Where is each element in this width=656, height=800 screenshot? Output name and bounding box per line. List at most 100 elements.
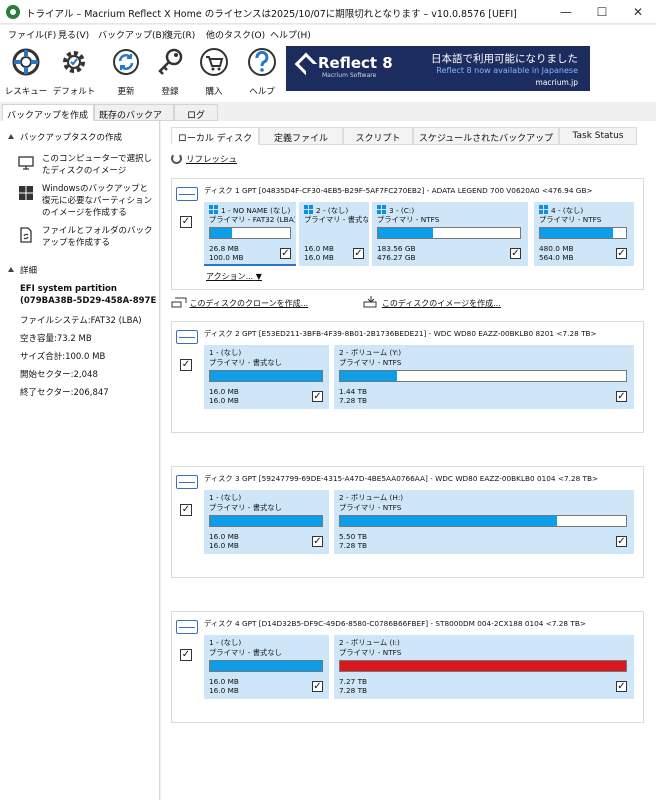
partition-checkbox[interactable]: ✓: [312, 391, 323, 402]
details-header-label: 詳細: [20, 266, 38, 276]
partition-checkbox[interactable]: ✓: [312, 681, 323, 692]
partition-checkbox[interactable]: ✓: [616, 536, 627, 547]
task-file-backup[interactable]: ファイルとフォルダのバックアップを作成する: [18, 225, 156, 249]
disk-select-checkbox[interactable]: ✓: [180, 216, 192, 228]
partition-checkbox[interactable]: ✓: [616, 391, 627, 402]
update-button[interactable]: 更新: [104, 47, 148, 97]
image-disk-link[interactable]: このディスクのイメージを作成...: [382, 299, 501, 308]
partition-checkbox[interactable]: ✓: [353, 248, 364, 259]
usage-bar: [209, 660, 323, 672]
actions-menu[interactable]: アクション... ▼: [206, 271, 262, 282]
partition-1[interactable]: 1 - (なし) プライマリ - 書式なし 16.0 MB 16.0 MB ✓: [204, 345, 329, 409]
task-file-backup-label: ファイルとフォルダのバックアップを作成する: [42, 226, 153, 248]
details-start-sector: 開始セクター:2,048: [20, 370, 98, 380]
disk-title: ディスク 1 GPT [04835D4F-CF30-4EB5-B29F-5AF7…: [204, 186, 593, 195]
tab-log[interactable]: ログ: [174, 104, 218, 121]
partition-2[interactable]: 2 - (なし) プライマリ - 書式なし 16.0 MB 16.0 MB ✓: [299, 202, 369, 266]
total-size: 476.27 GB: [377, 253, 416, 262]
reflect-logo: Reflect 8 Macrium Software: [294, 52, 393, 79]
help-button[interactable]: ヘルプ: [240, 47, 284, 97]
menu-other-tasks[interactable]: 他のタスク(O): [206, 28, 265, 41]
help-icon: [248, 48, 276, 76]
task-image-disk-label: このコンピューターで選択したディスクのイメージ: [42, 154, 152, 176]
minimize-button[interactable]: —: [548, 0, 584, 24]
used-size: 16.0 MB: [209, 532, 239, 541]
disk-select-checkbox[interactable]: ✓: [180, 359, 192, 371]
lifebuoy-icon: [12, 48, 40, 76]
partition-1[interactable]: 1 - (なし) プライマリ - 書式なし 16.0 MB 16.0 MB ✓: [204, 490, 329, 554]
tab-definition-files[interactable]: 定義ファイル: [259, 127, 343, 145]
usage-bar: [539, 227, 627, 239]
maximize-button[interactable]: ☐: [584, 0, 620, 24]
used-size: 16.0 MB: [209, 387, 239, 396]
task-image-disk[interactable]: このコンピューターで選択したディスクのイメージ: [18, 153, 156, 177]
windows-icon: [209, 205, 218, 214]
task-image-windows-label: Windowsのバックアップと復元に必要なパーティションのイメージを作成する: [42, 184, 152, 218]
partition-type: プライマリ - 書式なし: [304, 215, 368, 224]
banner-subline: Reflect 8 now available in Japanese: [436, 66, 578, 75]
menu-restore[interactable]: 復元(R): [164, 28, 195, 41]
disk-select-checkbox[interactable]: ✓: [180, 649, 192, 661]
rescue-label: レスキュー: [4, 87, 48, 97]
used-size: 5.50 TB: [339, 532, 368, 541]
partition-2[interactable]: 2 - ボリューム (I:) プライマリ - NTFS 7.27 TB 7.28…: [334, 635, 634, 699]
tasks-section-header[interactable]: バックアップタスクの作成: [8, 131, 122, 143]
tab-task-status[interactable]: Task Status: [559, 127, 637, 145]
details-title: EFI system partition: [20, 284, 117, 294]
close-button[interactable]: ✕: [620, 0, 656, 24]
partition-checkbox[interactable]: ✓: [616, 248, 627, 259]
update-label: 更新: [117, 87, 135, 97]
defaults-button[interactable]: デフォルト: [52, 47, 96, 97]
tab-existing-backups[interactable]: 既存のバックアップ: [94, 104, 174, 134]
partition-checkbox[interactable]: ✓: [510, 248, 521, 259]
macrium-logo-icon: [294, 52, 318, 76]
partition-2[interactable]: 2 - ボリューム (Y:) プライマリ - NTFS 1.44 TB 7.28…: [334, 345, 634, 409]
tab-scheduled-backups[interactable]: スケジュールされたバックアップ: [413, 127, 559, 145]
partition-3[interactable]: 3 - (C:) プライマリ - NTFS 183.56 GB 476.27 G…: [372, 202, 528, 266]
app-icon: [6, 5, 20, 19]
clone-disk-link[interactable]: このディスクのクローンを作成...: [190, 299, 309, 308]
usage-fill: [378, 228, 434, 238]
disk-select-checkbox[interactable]: ✓: [180, 504, 192, 516]
partition-checkbox[interactable]: ✓: [312, 536, 323, 547]
usage-fill: [210, 661, 322, 671]
partition-4[interactable]: 4 - (なし) プライマリ - NTFS 480.0 MB 564.0 MB …: [534, 202, 634, 266]
tab-local-disks[interactable]: ローカル ディスク: [171, 127, 259, 145]
partition-checkbox[interactable]: ✓: [280, 248, 291, 259]
rescue-button[interactable]: レスキュー: [4, 47, 48, 97]
image-icon: [363, 296, 377, 308]
menu-help[interactable]: ヘルプ(H): [270, 28, 311, 41]
left-panel: バックアップタスクの作成 このコンピューターで選択したディスクのイメージ Win…: [0, 121, 160, 800]
windows-icon: [19, 186, 33, 200]
usage-bar: [209, 515, 323, 527]
refresh-link[interactable]: リフレッシュ: [171, 153, 237, 165]
partition-type: プライマリ - 書式なし: [209, 648, 282, 657]
menu-view[interactable]: 見る(V): [58, 28, 89, 41]
partition-name: 3 - (C:): [377, 205, 527, 215]
details-end-sector: 終了セクター:206,847: [20, 388, 109, 398]
task-image-windows[interactable]: Windowsのバックアップと復元に必要なパーティションのイメージを作成する: [18, 183, 156, 219]
used-size: 183.56 GB: [377, 244, 416, 253]
tab-scripts[interactable]: スクリプト: [343, 127, 413, 145]
hard-disk-icon: [176, 475, 198, 489]
menu-file[interactable]: ファイル(F): [8, 28, 56, 41]
disk-2-panel: ディスク 2 GPT [E53ED211-3BFB-4F39-8B01-2B17…: [171, 321, 644, 433]
details-free-space: 空き容量:73.2 MB: [20, 334, 92, 344]
register-button[interactable]: 登録: [148, 47, 192, 97]
tab-create-backup[interactable]: バックアップを作成する: [2, 104, 94, 134]
gear-icon: [63, 51, 85, 73]
partition-name: 2 - ボリューム (Y:): [339, 348, 402, 357]
partition-type: プライマリ - FAT32 (LBA): [209, 215, 295, 224]
promo-banner[interactable]: Reflect 8 Macrium Software 日本語で利用可能になりまし…: [286, 46, 590, 91]
details-section-header[interactable]: 詳細: [8, 264, 37, 276]
menu-backup[interactable]: バックアップ(B): [98, 28, 165, 41]
partition-1[interactable]: 1 - NO NAME (なし) プライマリ - FAT32 (LBA) 26.…: [204, 202, 296, 266]
collapse-icon: [8, 134, 14, 139]
partition-checkbox[interactable]: ✓: [616, 681, 627, 692]
cart-icon: [200, 48, 228, 76]
buy-button[interactable]: 購入: [192, 47, 236, 97]
partition-2[interactable]: 2 - ボリューム (H:) プライマリ - NTFS 5.50 TB 7.28…: [334, 490, 634, 554]
right-panel: ローカル ディスク 定義ファイル スクリプト スケジュールされたバックアップ T…: [161, 121, 656, 800]
total-size: 100.0 MB: [209, 253, 244, 262]
partition-1[interactable]: 1 - (なし) プライマリ - 書式なし 16.0 MB 16.0 MB ✓: [204, 635, 329, 699]
